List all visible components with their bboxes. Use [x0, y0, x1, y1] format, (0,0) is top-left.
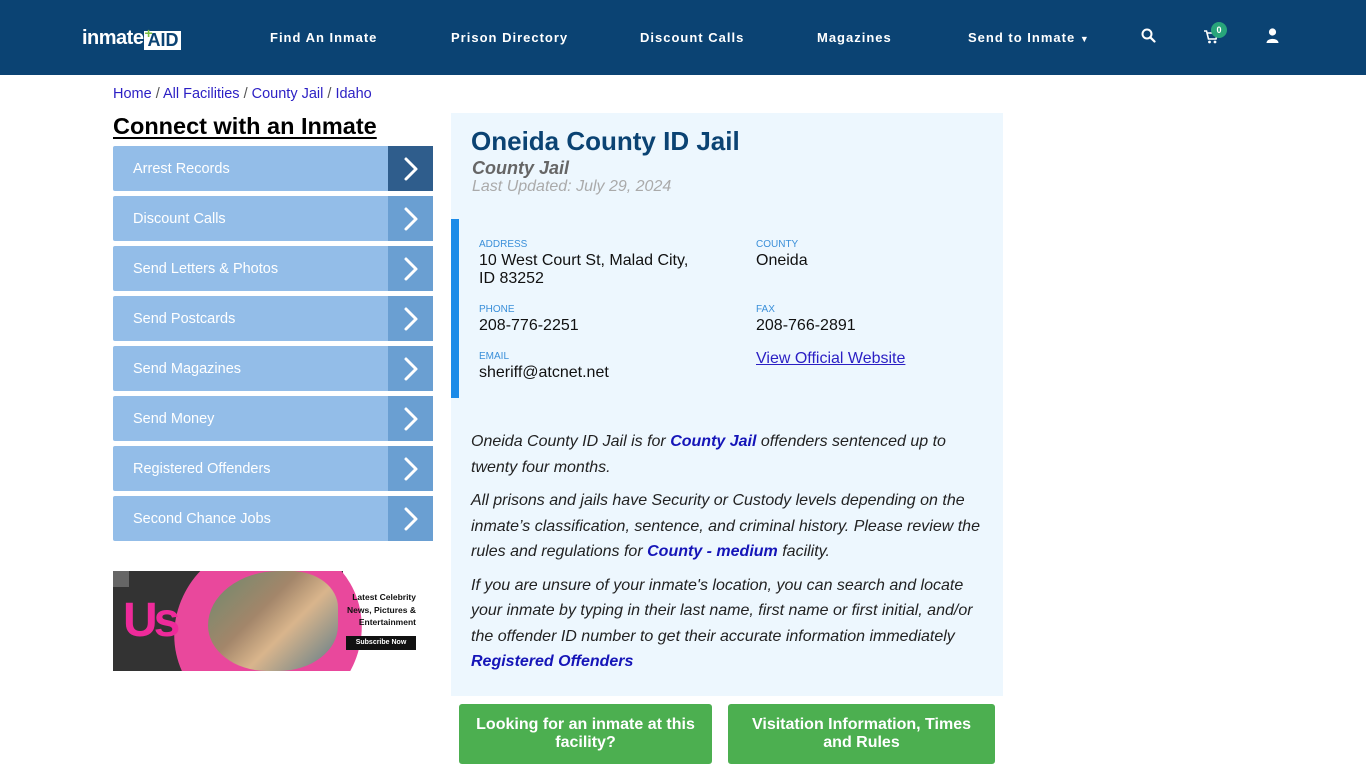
ad-subscribe-button[interactable]: Subscribe Now [346, 636, 416, 650]
user-account-icon[interactable] [1266, 28, 1279, 48]
sidebar-item-send-postcards[interactable]: Send Postcards [113, 296, 433, 341]
description-paragraph: All prisons and jails have Security or C… [471, 488, 991, 565]
facility-panel: Oneida County ID Jail County Jail Last U… [451, 113, 1003, 696]
plus-icon: + [144, 25, 153, 41]
sidebar-item-label: Discount Calls [133, 210, 226, 227]
chevron-right-icon [388, 196, 433, 241]
facility-name: Oneida County ID Jail [471, 126, 740, 156]
logo-text: inmate [82, 27, 144, 49]
ad-headline: Latest Celebrity News, Pictures & Entert… [347, 591, 416, 629]
breadcrumb-county-jail[interactable]: County Jail [252, 86, 324, 102]
chevron-right-icon [388, 346, 433, 391]
email-value: sheriff@atcnet.net [479, 364, 609, 381]
description-paragraph: If you are unsure of your inmate's locat… [471, 573, 991, 675]
address-label: ADDRESS [479, 239, 528, 250]
chevron-right-icon [388, 446, 433, 491]
sidebar-item-send-letters-photos[interactable]: Send Letters & Photos [113, 246, 433, 291]
breadcrumb-separator: / [327, 86, 332, 102]
chevron-right-icon [388, 496, 433, 541]
chevron-right-icon [388, 146, 433, 191]
facility-type: County Jail [472, 158, 570, 178]
find-inmate-at-facility-button[interactable]: Looking for an inmate at this facility? [459, 704, 712, 764]
nav-send-to-inmate[interactable]: Send to Inmate ▼ [968, 30, 1090, 45]
email-label: EMAIL [479, 351, 510, 362]
address-line: ID 83252 [479, 270, 544, 287]
nav-discount-calls[interactable]: Discount Calls [640, 30, 744, 45]
fax-value: 208-766-2891 [756, 317, 856, 334]
ad-brand-logo: Us [123, 594, 180, 647]
sidebar-item-registered-offenders[interactable]: Registered Offenders [113, 446, 433, 491]
caret-down-icon: ▼ [1079, 34, 1090, 44]
sidebar-item-label: Arrest Records [133, 160, 230, 177]
search-icon[interactable] [1141, 28, 1156, 48]
county-value: Oneida [756, 252, 808, 269]
nav-find-an-inmate[interactable]: Find An Inmate [270, 30, 377, 45]
sidebar-item-send-magazines[interactable]: Send Magazines [113, 346, 433, 391]
facility-info-card: ADDRESS 10 West Court St, Malad City, ID… [451, 219, 1003, 398]
sidebar-title: Connect with an Inmate [113, 113, 377, 139]
breadcrumb: Home / All Facilities / County Jail / Id… [113, 86, 372, 102]
ad-headline-line: Latest Celebrity [352, 592, 416, 602]
description-text: If you are unsure of your inmate's locat… [471, 576, 973, 645]
sidebar-item-arrest-records[interactable]: Arrest Records [113, 146, 433, 191]
county-jail-link[interactable]: County Jail [670, 433, 756, 450]
breadcrumb-home[interactable]: Home [113, 86, 152, 102]
ad-banner[interactable]: Us Latest Celebrity News, Pictures & Ent… [113, 571, 433, 671]
sidebar-item-label: Second Chance Jobs [133, 510, 271, 527]
breadcrumb-separator: / [155, 86, 160, 102]
address-line: 10 West Court St, Malad City, [479, 252, 689, 269]
sidebar-item-label: Send Magazines [133, 360, 242, 377]
nav-prison-directory[interactable]: Prison Directory [451, 30, 568, 45]
chevron-right-icon [388, 296, 433, 341]
sidebar-item-second-chance-jobs[interactable]: Second Chance Jobs [113, 496, 433, 541]
breadcrumb-separator: / [243, 86, 248, 102]
address-value: 10 West Court St, Malad City, ID 83252 [479, 252, 688, 288]
sidebar-item-discount-calls[interactable]: Discount Calls [113, 196, 433, 241]
ad-headline-line: News, Pictures & [347, 604, 416, 615]
chevron-right-icon [388, 396, 433, 441]
ad-corner [113, 571, 129, 587]
description-text: Oneida County ID Jail is for [471, 433, 671, 450]
chevron-right-icon [388, 246, 433, 291]
breadcrumb-all-facilities[interactable]: All Facilities [163, 86, 240, 102]
sidebar-menu: Arrest Records Discount Calls Send Lette… [113, 146, 433, 546]
breadcrumb-idaho[interactable]: Idaho [335, 86, 371, 102]
security-level-link[interactable]: County - medium [647, 543, 778, 560]
sidebar-item-label: Registered Offenders [133, 460, 271, 477]
top-navbar: inmate + AID Find An Inmate Prison Direct… [0, 0, 1366, 75]
cart-count-badge: 0 [1211, 22, 1227, 38]
sidebar-item-label: Send Money [133, 410, 215, 427]
sidebar-item-send-money[interactable]: Send Money [113, 396, 433, 441]
last-updated: Last Updated: July 29, 2024 [472, 178, 672, 195]
nav-magazines[interactable]: Magazines [817, 30, 892, 45]
description-text: facility. [777, 543, 830, 560]
visitation-info-button[interactable]: Visitation Information, Times and Rules [728, 704, 995, 764]
phone-label: PHONE [479, 304, 515, 315]
official-website-link[interactable]: View Official Website [756, 350, 905, 368]
logo-badge: + AID [144, 25, 182, 50]
sidebar-item-label: Send Postcards [133, 310, 236, 327]
registered-offenders-link[interactable]: Registered Offenders [471, 653, 633, 670]
fax-label: FAX [756, 304, 775, 315]
description-paragraph: Oneida County ID Jail is for County Jail… [471, 429, 991, 480]
site-logo[interactable]: inmate + AID [82, 25, 182, 50]
phone-value: 208-776-2251 [479, 317, 579, 334]
ad-headline-line: Entertainment [358, 617, 416, 627]
sidebar-item-label: Send Letters & Photos [133, 260, 279, 277]
facility-description: Oneida County ID Jail is for County Jail… [471, 429, 991, 683]
county-label: COUNTY [756, 239, 799, 250]
nav-send-to-inmate-label: Send to Inmate [968, 30, 1076, 45]
